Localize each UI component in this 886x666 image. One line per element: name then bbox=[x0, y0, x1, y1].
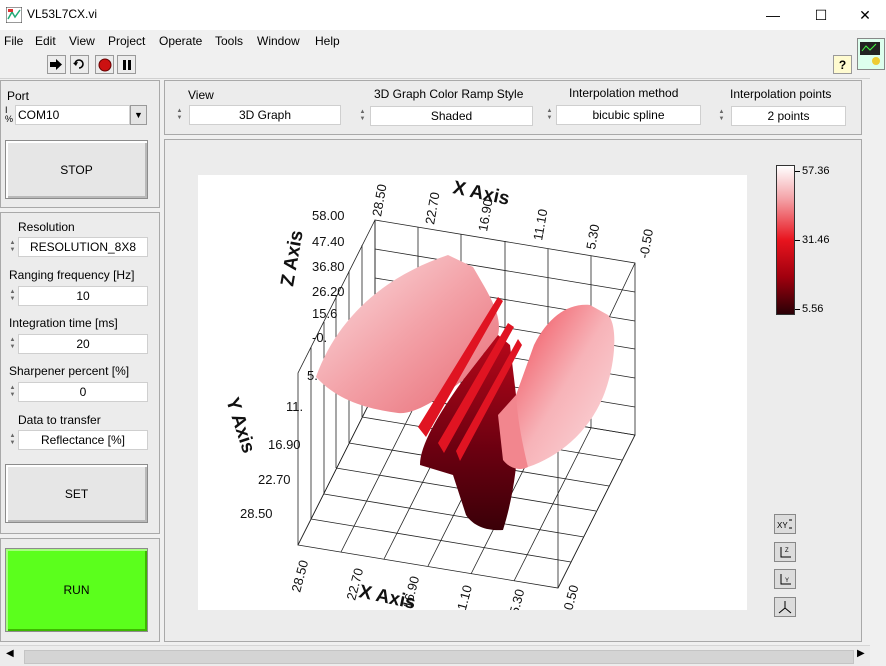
interp-points-label: Interpolation points bbox=[730, 87, 832, 101]
context-help-icon[interactable]: ? bbox=[833, 55, 852, 74]
run-arrow-icon[interactable] bbox=[47, 55, 66, 74]
minimize-button[interactable]: — bbox=[750, 0, 796, 30]
x-axis-ticks-top: 28.50 22.70 16.90 11.10 5.30 -0.50 bbox=[369, 183, 656, 260]
x-tick-top: -0.50 bbox=[636, 228, 656, 260]
scroll-right-icon[interactable]: ▶ bbox=[857, 648, 865, 659]
vi-icon bbox=[857, 38, 885, 70]
sharpener-label: Sharpener percent [%] bbox=[9, 364, 130, 378]
data-to-transfer-spinner[interactable]: ▲ ▼ bbox=[8, 430, 17, 450]
menu-project[interactable]: Project bbox=[108, 34, 145, 48]
ramp-min-label: 5.56 bbox=[802, 303, 824, 315]
x-tick-top: 11.10 bbox=[530, 208, 550, 242]
interp-method-field[interactable]: bicubic spline bbox=[556, 105, 701, 125]
ramp-tick bbox=[795, 171, 800, 172]
x-tick-bottom: 11.10 bbox=[452, 583, 475, 610]
labview-app-icon bbox=[5, 6, 23, 24]
ranging-frequency-label: Ranging frequency [Hz] bbox=[9, 268, 135, 282]
x-tick-bottom: 5.30 bbox=[506, 587, 527, 610]
interp-points-spinner[interactable]: ▲ ▼ bbox=[717, 106, 726, 126]
interp-method-label: Interpolation method bbox=[569, 86, 679, 100]
pause-icon[interactable] bbox=[117, 55, 136, 74]
yz-plane-view-icon[interactable]: Y bbox=[774, 569, 796, 589]
menu-operate[interactable]: Operate bbox=[159, 34, 202, 48]
z-tick: 36.80 bbox=[312, 259, 345, 274]
color-ramp-scale[interactable] bbox=[776, 165, 795, 315]
x-tick-bottom: 28.50 bbox=[288, 558, 311, 593]
view-label: View bbox=[188, 88, 214, 102]
z-tick: 47.40 bbox=[312, 234, 345, 249]
window-title: VL53L7CX.vi bbox=[27, 7, 98, 21]
y-tick: 22.70 bbox=[258, 472, 291, 487]
default-view-icon[interactable] bbox=[774, 597, 796, 617]
x-tick-top: 22.70 bbox=[422, 191, 442, 226]
x-tick-top: 5.30 bbox=[583, 223, 602, 251]
svg-text:Y: Y bbox=[785, 578, 789, 584]
ramp-mid-label: 31.46 bbox=[802, 234, 830, 246]
data-to-transfer-field[interactable]: Reflectance [%] bbox=[18, 430, 148, 450]
chevron-down-icon[interactable]: ▼ bbox=[130, 105, 147, 125]
3d-graph[interactable]: 58.00 47.40 36.80 26.20 15.6 -0. 5. 11. … bbox=[198, 175, 747, 618]
resolution-field[interactable]: RESOLUTION_8X8 bbox=[18, 237, 148, 257]
menu-window[interactable]: Window bbox=[257, 34, 300, 48]
z-tick: 26.20 bbox=[312, 284, 345, 299]
port-label: Port bbox=[7, 89, 30, 103]
surface-right-ridge bbox=[516, 304, 615, 467]
integration-time-spinner[interactable]: ▲ ▼ bbox=[8, 334, 17, 354]
run-continuously-icon[interactable] bbox=[70, 55, 89, 74]
close-button[interactable]: ✕ bbox=[842, 0, 886, 30]
svg-text:Z: Z bbox=[785, 548, 789, 554]
y-tick: 16.90 bbox=[268, 437, 301, 452]
menu-edit[interactable]: Edit bbox=[35, 34, 56, 48]
xy-plane-view-icon[interactable]: XY bbox=[774, 514, 796, 534]
interp-points-field[interactable]: 2 points bbox=[731, 106, 846, 126]
z-tick: 58.00 bbox=[312, 208, 345, 223]
z-tick: -0. bbox=[312, 330, 327, 345]
integration-time-field[interactable]: 20 bbox=[18, 334, 148, 354]
data-to-transfer-label: Data to transfer bbox=[18, 413, 101, 427]
interp-method-spinner[interactable]: ▲ ▼ bbox=[545, 105, 554, 125]
run-button[interactable]: RUN bbox=[5, 548, 148, 632]
view-spinner[interactable]: ▲ ▼ bbox=[175, 105, 184, 125]
menu-view[interactable]: View bbox=[69, 34, 95, 48]
scroll-thumb[interactable] bbox=[24, 650, 854, 664]
x-tick-bottom: -0.50 bbox=[559, 583, 581, 610]
color-ramp-field[interactable]: Shaded bbox=[370, 106, 533, 126]
port-select[interactable]: COM10 bbox=[15, 105, 130, 125]
ranging-frequency-spinner[interactable]: ▲ ▼ bbox=[8, 286, 17, 306]
maximize-button[interactable]: ☐ bbox=[798, 0, 844, 30]
resolution-spinner[interactable]: ▲ ▼ bbox=[8, 237, 17, 257]
sharpener-spinner[interactable]: ▲ ▼ bbox=[8, 382, 17, 402]
z-tick: 11. bbox=[286, 399, 303, 414]
surface-plot bbox=[316, 255, 615, 531]
vertical-scrollbar[interactable] bbox=[870, 78, 886, 665]
ramp-max-label: 57.36 bbox=[802, 165, 830, 177]
y-axis-title: Y Axis bbox=[221, 395, 259, 456]
xz-plane-view-icon[interactable]: Z bbox=[774, 542, 796, 562]
resolution-label: Resolution bbox=[18, 220, 75, 234]
menu-help[interactable]: Help bbox=[315, 34, 340, 48]
sharpener-field[interactable]: 0 bbox=[18, 382, 148, 402]
abort-icon[interactable] bbox=[95, 55, 114, 74]
ranging-frequency-field[interactable]: 10 bbox=[18, 286, 148, 306]
io-icon: I% bbox=[5, 105, 14, 124]
stop-button[interactable]: STOP bbox=[5, 140, 148, 199]
ramp-tick bbox=[795, 309, 800, 310]
color-ramp-label: 3D Graph Color Ramp Style bbox=[374, 87, 524, 101]
scroll-left-icon[interactable]: ◀ bbox=[6, 648, 14, 659]
y-tick: 28.50 bbox=[240, 506, 273, 521]
z-tick: 5. bbox=[307, 368, 318, 383]
z-axis-title: Z Axis bbox=[277, 229, 307, 288]
z-tick: 15.6 bbox=[312, 306, 337, 321]
svg-text:XY: XY bbox=[777, 521, 788, 530]
x-tick-top: 28.50 bbox=[369, 183, 389, 218]
ramp-tick bbox=[795, 240, 800, 241]
menu-tools[interactable]: Tools bbox=[215, 34, 243, 48]
color-ramp-spinner[interactable]: ▲ ▼ bbox=[358, 106, 367, 126]
view-field[interactable]: 3D Graph bbox=[189, 105, 341, 125]
integration-time-label: Integration time [ms] bbox=[9, 316, 118, 330]
set-button[interactable]: SET bbox=[5, 464, 148, 523]
menu-file[interactable]: File bbox=[4, 34, 23, 48]
